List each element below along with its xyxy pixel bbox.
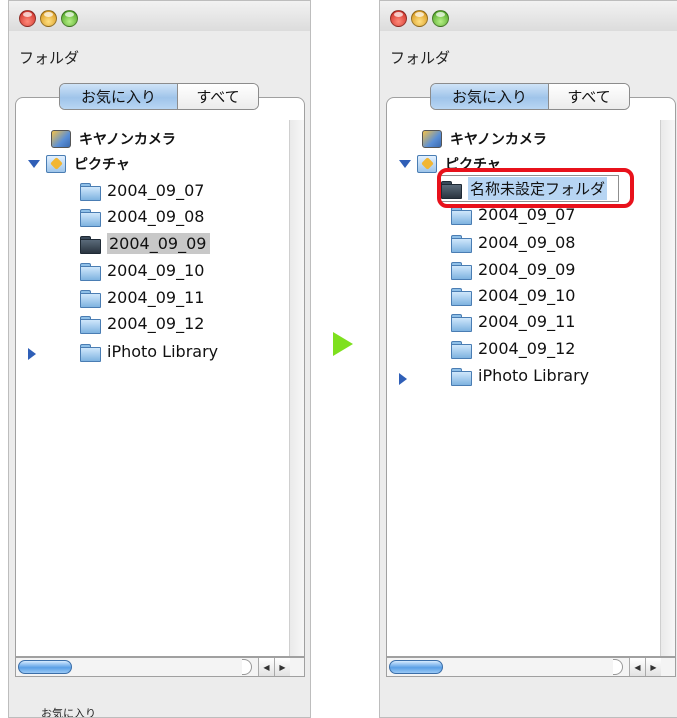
- tree-item-iphoto-disclosure[interactable]: [399, 366, 407, 391]
- tree-item-label: iPhoto Library: [107, 342, 219, 361]
- tree-item-pictures[interactable]: ピクチャ: [28, 151, 130, 176]
- folder-icon: [451, 261, 472, 280]
- tree-item-folder[interactable]: 2004_09_10: [80, 258, 204, 283]
- tree-item-folder-selected[interactable]: 2004_09_09: [80, 231, 211, 256]
- folder-icon: [451, 367, 472, 386]
- window-titlebar: [380, 1, 677, 31]
- tab-all[interactable]: すべて: [549, 84, 629, 109]
- scroll-thumb[interactable]: [18, 660, 72, 674]
- folder-icon: [451, 340, 472, 359]
- panel-title: フォルダ: [19, 49, 80, 67]
- tree-item-folder[interactable]: 2004_09_08: [451, 230, 575, 255]
- scroll-right-arrow-icon[interactable]: ▶: [274, 658, 290, 676]
- horizontal-scrollbar[interactable]: ◀ ▶: [386, 657, 676, 677]
- close-button[interactable]: [390, 10, 407, 27]
- pictures-folder-icon: [46, 154, 66, 173]
- vertical-scrollbar[interactable]: [289, 120, 304, 656]
- tree-item-label: 2004_09_11: [478, 312, 576, 331]
- tree-item-label: 2004_09_10: [478, 286, 576, 305]
- folder-icon: [80, 262, 101, 281]
- tree-item-label: 2004_09_08: [478, 233, 576, 252]
- tree-item-label: 2004_09_10: [107, 261, 205, 280]
- bottom-favorites-label: お気に入り: [41, 707, 96, 718]
- window-titlebar: [9, 1, 310, 31]
- tree-item-label: 2004_09_12: [478, 339, 576, 358]
- minimize-button[interactable]: [40, 10, 57, 27]
- camera-icon: [51, 129, 71, 148]
- tree-item-folder[interactable]: 2004_09_07: [80, 178, 204, 203]
- tree-item-folder[interactable]: 2004_09_11: [80, 285, 204, 310]
- tree-item-iphoto-disclosure[interactable]: [28, 341, 36, 366]
- vertical-scrollbar[interactable]: [660, 120, 675, 656]
- scroll-left-arrow-icon[interactable]: ◀: [258, 658, 274, 676]
- folder-icon: [80, 235, 101, 254]
- tree-item-iphoto-library[interactable]: iPhoto Library: [80, 339, 218, 364]
- tree-item-canon-camera[interactable]: キヤノンカメラ: [422, 126, 547, 151]
- panel-title: フォルダ: [390, 49, 451, 67]
- close-button[interactable]: [19, 10, 36, 27]
- tree-item-label: iPhoto Library: [478, 366, 590, 385]
- folder-icon: [80, 315, 101, 334]
- tree-item-folder[interactable]: 2004_09_09: [451, 257, 575, 282]
- tree-item-pictures[interactable]: ピクチャ: [399, 151, 501, 176]
- scroll-track-end: [242, 659, 252, 675]
- tab-favorites[interactable]: お気に入り: [431, 84, 549, 109]
- tree-item-folder[interactable]: 2004_09_11: [451, 309, 575, 334]
- tree-item-folder[interactable]: 2004_09_07: [451, 202, 575, 227]
- new-folder-name-text: 名称未設定フォルダ: [468, 177, 608, 200]
- horizontal-scrollbar[interactable]: ◀ ▶: [15, 657, 305, 677]
- disclosure-expanded-icon[interactable]: [399, 159, 411, 168]
- folder-icon: [451, 287, 472, 306]
- tree-item-label: ピクチャ: [445, 156, 501, 173]
- tree-item-folder[interactable]: 2004_09_12: [451, 336, 575, 361]
- tree-item-label: 2004_09_07: [107, 181, 205, 200]
- tree-item-label: 2004_09_07: [478, 205, 576, 224]
- folder-panel-before: フォルダ お気に入り すべて キヤノンカメラ ピクチャ 2004_09_07 2…: [8, 0, 311, 718]
- folder-icon: [451, 206, 472, 225]
- tree-item-label: 2004_09_11: [107, 288, 205, 307]
- disclosure-collapsed-icon[interactable]: [399, 372, 407, 385]
- folder-icon: [80, 289, 101, 308]
- tree-item-canon-camera[interactable]: キヤノンカメラ: [51, 126, 176, 151]
- tree-item-label: キヤノンカメラ: [79, 131, 176, 148]
- tree-item-label: ピクチャ: [74, 156, 130, 173]
- folder-scope-tabs: お気に入り すべて: [430, 83, 630, 110]
- pictures-folder-icon: [417, 154, 437, 173]
- folder-icon: [441, 180, 462, 199]
- camera-icon: [422, 129, 442, 148]
- tree-item-label: キヤノンカメラ: [450, 131, 547, 148]
- tree-item-label: 2004_09_09: [478, 260, 576, 279]
- scroll-track-end: [613, 659, 623, 675]
- folder-tree: キヤノンカメラ ピクチャ 2004_09_07 2004_09_08 2004_…: [15, 97, 305, 657]
- green-arrow-right-icon: [333, 332, 353, 356]
- new-folder-name-field[interactable]: 名称未設定フォルダ: [438, 175, 619, 202]
- disclosure-collapsed-icon[interactable]: [28, 347, 36, 360]
- folder-icon: [451, 313, 472, 332]
- tree-item-label: 2004_09_12: [107, 314, 205, 333]
- tree-item-folder[interactable]: 2004_09_08: [80, 204, 204, 229]
- tree-item-folder[interactable]: 2004_09_10: [451, 283, 575, 308]
- zoom-button[interactable]: [432, 10, 449, 27]
- folder-icon: [451, 234, 472, 253]
- tree-item-iphoto-library[interactable]: iPhoto Library: [451, 363, 589, 388]
- zoom-button[interactable]: [61, 10, 78, 27]
- tab-favorites[interactable]: お気に入り: [60, 84, 178, 109]
- minimize-button[interactable]: [411, 10, 428, 27]
- scroll-right-arrow-icon[interactable]: ▶: [645, 658, 661, 676]
- tree-item-label: 2004_09_08: [107, 207, 205, 226]
- scroll-thumb[interactable]: [389, 660, 443, 674]
- scroll-left-arrow-icon[interactable]: ◀: [629, 658, 645, 676]
- folder-panel-after: フォルダ お気に入り すべて キヤノンカメラ ピクチャ 2004_09_07 2…: [379, 0, 677, 718]
- tree-item-label: 2004_09_09: [107, 233, 211, 254]
- disclosure-expanded-icon[interactable]: [28, 159, 40, 168]
- folder-scope-tabs: お気に入り すべて: [59, 83, 259, 110]
- tab-all[interactable]: すべて: [178, 84, 258, 109]
- folder-icon: [80, 343, 101, 362]
- tree-item-folder[interactable]: 2004_09_12: [80, 311, 204, 336]
- folder-icon: [80, 182, 101, 201]
- folder-icon: [80, 208, 101, 227]
